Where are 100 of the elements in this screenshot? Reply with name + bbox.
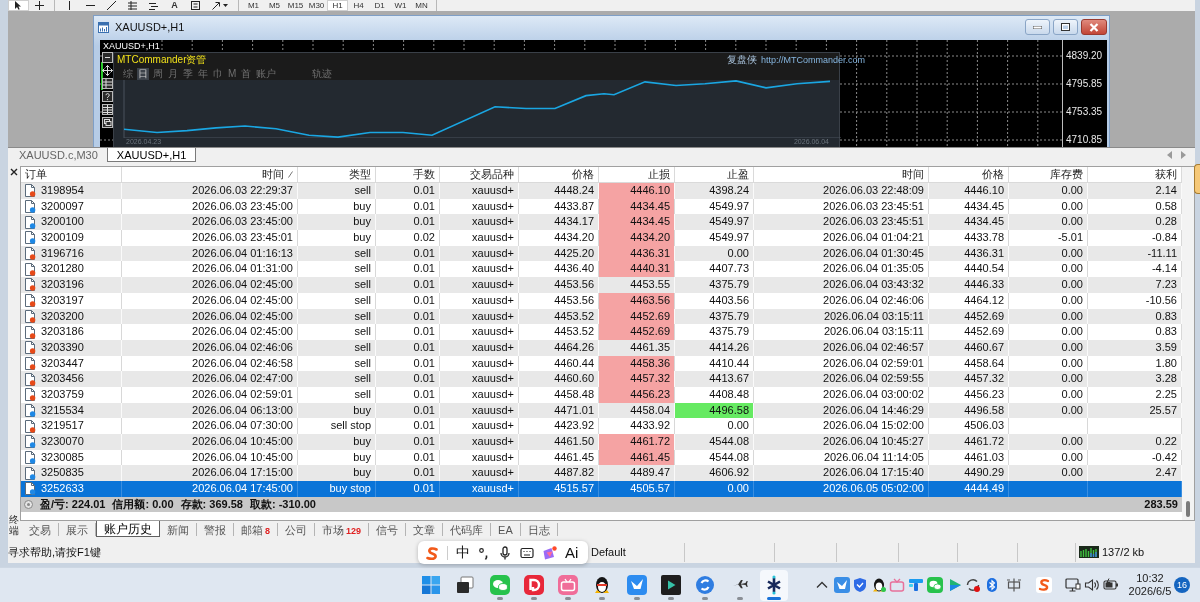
swoosh-tile-icon[interactable] [1035, 577, 1052, 593]
type-cell: buy [298, 230, 376, 246]
terminal-tab[interactable]: 新闻 [160, 523, 197, 536]
order-number: 3203390 [41, 339, 84, 355]
website-link[interactable]: http://MTCommander.com [760, 55, 865, 65]
windows-icon[interactable] [102, 117, 113, 128]
period-tab[interactable]: 综 [122, 67, 134, 80]
text-tool-button[interactable]: A [164, 0, 185, 11]
table-icon[interactable] [102, 78, 113, 89]
punctuation-icon[interactable] [478, 545, 490, 560]
table-row[interactable]: 3198954 2026.06.03 22:29:37 sell 0.01 xauusd+ 4448.24 4446.10 4398.24 2026.06.03 22:48:09 4446.10 0.00 2.14 [21, 183, 1182, 199]
period-tab[interactable]: 首 [240, 67, 253, 80]
help-icon[interactable] [102, 91, 113, 102]
column-header[interactable]: 止盈 [675, 167, 754, 183]
chart-tab[interactable]: XAUUSD+,H1 [106, 148, 197, 162]
table-row[interactable]: 3200100 2026.06.03 23:45:00 buy 0.01 xauusd+ 4434.17 4434.45 4549.97 2026.06.03 23:45:51 4434.45 0.00 0.28 [21, 214, 1182, 231]
parallel-lines-icon [149, 1, 158, 10]
period-tab[interactable]: 月 [167, 67, 179, 80]
assistant-button[interactable]: Ai [565, 544, 579, 561]
edge-handle[interactable] [1194, 164, 1200, 194]
drawing-tool-button[interactable] [8, 0, 29, 11]
penguin-icon[interactable] [870, 577, 887, 593]
table-row[interactable]: 3203196 2026.06.04 02:45:00 sell 0.01 xauusd+ 4453.56 4453.55 4375.79 2026.06.04 03:43:32 4446.33 0.00 7.23 [21, 277, 1182, 293]
terminal-tab[interactable]: 日志 [520, 523, 558, 536]
input-mode-toggle[interactable]: 中 [456, 543, 470, 562]
column-header[interactable]: 价格 [929, 167, 1009, 183]
chart-tab[interactable]: XAUUSD.c,M30 [10, 148, 107, 162]
period-tab[interactable]: 季 [182, 67, 194, 80]
terminal-tab[interactable]: 文章 [406, 523, 444, 536]
circle-dot-icon [24, 499, 33, 509]
terminal-tab[interactable]: 市场 129 [315, 523, 370, 536]
period-tab[interactable]: M [227, 67, 238, 80]
order-number: 3203197 [41, 292, 84, 308]
timeframe-button[interactable]: H1 [327, 0, 348, 11]
column-header[interactable]: 价格 [519, 167, 599, 183]
column-header[interactable]: 止损 [599, 167, 675, 183]
taskbar-app-button[interactable] [759, 569, 788, 601]
clock[interactable]: 10:32 2026/6/5 [1126, 572, 1173, 598]
timeframe-button[interactable]: M30 [306, 0, 327, 11]
sticker-icon[interactable] [542, 545, 557, 560]
price-label: 4710.85 [1066, 134, 1104, 146]
maximize-button[interactable] [1053, 19, 1078, 35]
close-button[interactable] [1081, 19, 1107, 35]
column-header[interactable]: 获利 [1088, 167, 1182, 183]
move-icon[interactable] [102, 65, 113, 76]
sync-icon[interactable] [964, 577, 981, 593]
shield-icon[interactable] [851, 577, 868, 593]
keyboard-icon[interactable] [520, 545, 534, 560]
speaker-icon[interactable] [1083, 577, 1100, 593]
column-header[interactable]: 类型 [298, 167, 376, 183]
monitor-icon[interactable] [1064, 577, 1081, 593]
type-cell: buy [298, 434, 376, 450]
blocks-icon[interactable] [907, 577, 924, 593]
terminal-tab[interactable]: 信号 [369, 523, 407, 536]
terminal-tab[interactable]: 交易 [22, 523, 59, 536]
column-header[interactable]: 时间 [122, 167, 298, 183]
take-profit-cell: 4413.67 [675, 371, 754, 387]
period-tab[interactable]: 巾 [212, 67, 224, 80]
period-tab[interactable]: 账户 [255, 67, 278, 80]
period-tab[interactable]: 周 [152, 67, 164, 80]
battery-icon[interactable] [1102, 577, 1119, 593]
diagonal-line-icon [107, 1, 116, 10]
scrollbar-track[interactable] [1182, 167, 1194, 520]
timeframe-button[interactable]: H4 [348, 0, 369, 11]
column-header[interactable]: 时间 [754, 167, 929, 183]
timeframe-button[interactable]: D1 [369, 0, 390, 11]
bird-tile-icon[interactable] [833, 577, 850, 593]
column-header[interactable]: 手数 [376, 167, 440, 183]
table-row[interactable]: 3252633 2026.06.04 17:45:00 buy stop 0.01 xauusd+ 4515.57 4505.57 0.00 2026.06.05 05:02:00 4444.49 [21, 481, 1182, 497]
terminal-tab[interactable]: 代码库 [443, 523, 492, 536]
summary-item: 存款: 369.58 [180, 496, 243, 512]
period-tab[interactable]: 日 [137, 67, 149, 80]
terminal-tab[interactable]: 警报 [197, 523, 234, 536]
grid-icon[interactable] [102, 104, 113, 115]
period-tab[interactable]: 年 [197, 67, 209, 80]
notification-badge[interactable]: 16 [1173, 577, 1190, 593]
swoosh-logo-icon[interactable] [425, 545, 439, 560]
collapse-icon[interactable] [102, 52, 113, 63]
close-icon[interactable] [10, 168, 18, 176]
terminal-tab[interactable]: 公司 [278, 523, 315, 536]
order-number: 3250835 [41, 465, 84, 481]
terminal-tab[interactable]: EA [491, 523, 521, 536]
terminal-tab[interactable]: 邮箱 8 [234, 523, 278, 536]
table-row[interactable]: 3250835 2026.06.04 17:15:00 buy 0.01 xauusd+ 4487.82 4489.47 4606.92 2026.06.04 17:15:40 4490.29 0.00 2.47 [21, 465, 1182, 482]
column-header[interactable]: 交易品种 [440, 167, 519, 183]
timeframe-button[interactable]: MN [411, 0, 432, 11]
microphone-icon[interactable] [498, 545, 512, 560]
grid-glyph-icon[interactable] [1005, 577, 1022, 593]
take-profit-cell: 4414.26 [675, 339, 754, 356]
table-row[interactable]: 3230070 2026.06.04 10:45:00 buy 0.01 xauusd+ 4461.50 4461.72 4544.08 2026.06.04 10:45:27 4461.72 0.00 0.22 [21, 434, 1182, 450]
timeframe-button[interactable]: M5 [264, 0, 285, 11]
column-header[interactable]: 库存费 [1009, 167, 1088, 183]
timeframe-button[interactable]: M1 [243, 0, 264, 11]
table-row[interactable]: 3203456 2026.06.04 02:47:00 sell 0.01 xauusd+ 4460.60 4457.32 4413.67 2026.06.04 02:59:55 4457.32 0.00 3.28 [21, 371, 1182, 387]
timeframe-button[interactable]: W1 [390, 0, 411, 11]
timeframe-button[interactable]: M15 [285, 0, 306, 11]
close-price-cell: 4433.78 [929, 230, 1009, 246]
terminal-tab[interactable]: 账户历史 [96, 521, 160, 537]
scrollbar-thumb[interactable] [1186, 501, 1190, 517]
period-tab[interactable]: 轨迹 [311, 67, 334, 80]
